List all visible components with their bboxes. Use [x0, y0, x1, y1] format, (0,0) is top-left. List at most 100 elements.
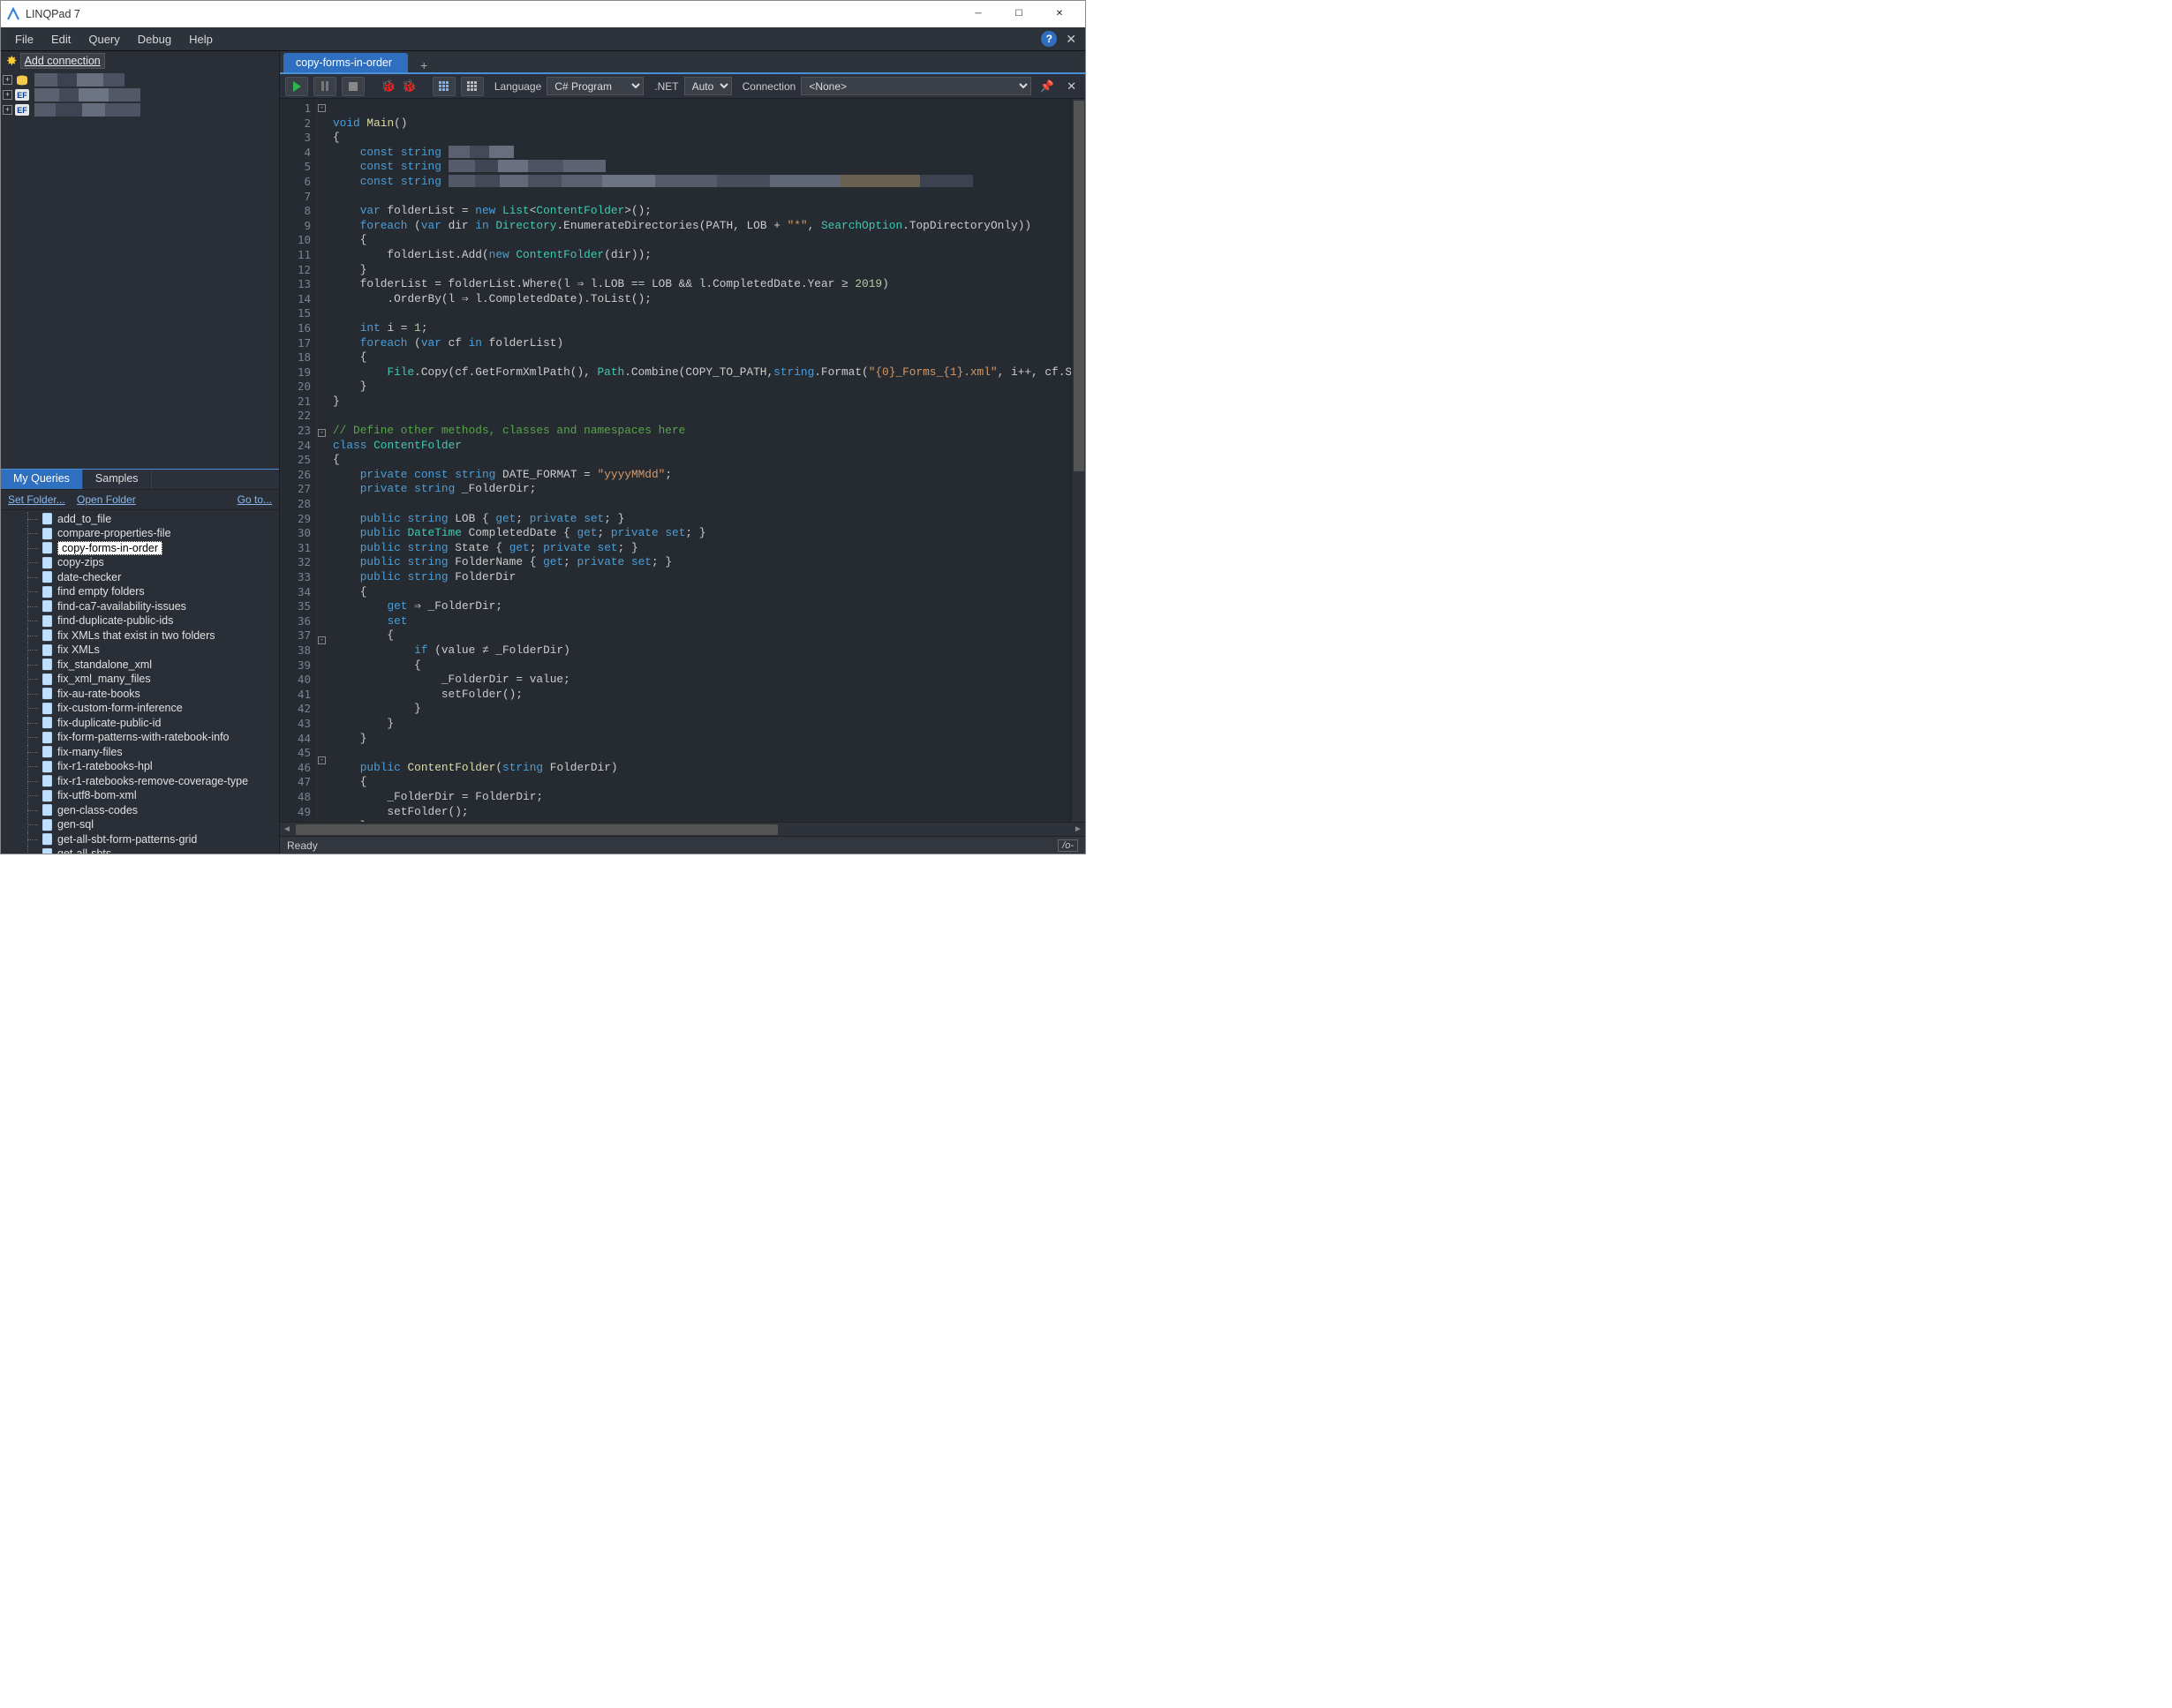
- menubar: File Edit Query Debug Help ? ✕: [1, 27, 1085, 50]
- file-icon: [41, 615, 53, 627]
- stop-button[interactable]: [342, 77, 365, 96]
- vertical-scrollbar[interactable]: [1071, 99, 1085, 822]
- query-pane-tabs: My Queries Samples: [1, 469, 279, 490]
- pin-icon[interactable]: 📌: [1037, 79, 1058, 94]
- file-icon: [41, 571, 53, 583]
- results-text-button[interactable]: [461, 77, 484, 96]
- net-label: .NET: [654, 80, 678, 93]
- bug-blue-icon[interactable]: 🐞: [401, 79, 416, 94]
- file-icon: [41, 688, 53, 699]
- file-icon: [41, 600, 53, 612]
- file-tree-item[interactable]: get-all-sbts: [1, 846, 279, 854]
- minimize-button[interactable]: ─: [958, 2, 999, 26]
- file-icon: [41, 644, 53, 656]
- new-tab-button[interactable]: +: [411, 58, 436, 72]
- file-tree-item[interactable]: copy-zips: [1, 555, 279, 570]
- file-tree-item[interactable]: fix XMLs that exist in two folders: [1, 628, 279, 643]
- file-name-label: fix-many-files: [57, 746, 123, 758]
- file-tree-item[interactable]: fix-r1-ratebooks-remove-coverage-type: [1, 774, 279, 789]
- file-name-label: get-all-sbt-form-patterns-grid: [57, 833, 197, 846]
- results-grid-button[interactable]: [433, 77, 456, 96]
- connection-select[interactable]: <None>: [801, 77, 1031, 95]
- ef-icon: EF: [15, 105, 29, 115]
- fold-icon[interactable]: -: [318, 756, 326, 764]
- fold-icon[interactable]: -: [318, 104, 326, 112]
- scroll-left-icon[interactable]: ◄: [280, 824, 294, 834]
- code-area[interactable]: void Main() { const string const string …: [329, 99, 1071, 822]
- file-name-label: gen-sql: [57, 818, 94, 831]
- star-icon: ✸: [6, 53, 18, 69]
- menu-help[interactable]: Help: [180, 30, 222, 49]
- language-select[interactable]: C# Program: [547, 77, 644, 95]
- file-name-label: fix-utf8-bom-xml: [57, 789, 137, 801]
- close-button[interactable]: ✕: [1039, 2, 1080, 26]
- file-tree-item[interactable]: fix-duplicate-public-id: [1, 716, 279, 731]
- file-tree-item[interactable]: fix-r1-ratebooks-hpl: [1, 759, 279, 774]
- query-actions: Set Folder... Open Folder Go to...: [1, 490, 279, 510]
- open-folder-link[interactable]: Open Folder: [77, 493, 136, 506]
- connection-row[interactable]: + EF: [3, 102, 279, 117]
- scroll-right-icon[interactable]: ►: [1071, 824, 1085, 834]
- file-tree-item[interactable]: add_to_file: [1, 512, 279, 527]
- file-tree-item[interactable]: fix-custom-form-inference: [1, 701, 279, 716]
- fold-icon[interactable]: -: [318, 429, 326, 437]
- file-tree-item[interactable]: get-all-sbt-form-patterns-grid: [1, 832, 279, 847]
- file-tree-item[interactable]: find-ca7-availability-issues: [1, 599, 279, 614]
- add-connection-label: Add connection: [20, 53, 105, 69]
- file-tree-item[interactable]: copy-forms-in-order: [1, 541, 279, 556]
- file-tree-item[interactable]: fix XMLs: [1, 643, 279, 658]
- file-tree-item[interactable]: fix-utf8-bom-xml: [1, 788, 279, 803]
- expand-icon[interactable]: +: [3, 105, 12, 115]
- run-button[interactable]: [285, 77, 308, 96]
- file-icon: [41, 528, 53, 539]
- panel-close-icon[interactable]: ✕: [1062, 32, 1080, 47]
- tab-samples[interactable]: Samples: [83, 470, 152, 489]
- expand-icon[interactable]: +: [3, 75, 12, 85]
- file-tree-item[interactable]: date-checker: [1, 570, 279, 585]
- file-tree-item[interactable]: fix_standalone_xml: [1, 658, 279, 673]
- file-tree-item[interactable]: find empty folders: [1, 584, 279, 599]
- file-tree-item[interactable]: fix-au-rate-books: [1, 687, 279, 702]
- file-tree[interactable]: add_to_filecompare-properties-filecopy-f…: [1, 510, 279, 854]
- net-select[interactable]: Auto: [684, 77, 732, 95]
- file-name-label: get-all-sbts: [57, 847, 111, 854]
- goto-link[interactable]: Go to...: [238, 493, 272, 506]
- add-connection-link[interactable]: ✸ Add connection: [1, 51, 279, 71]
- fold-icon[interactable]: -: [318, 636, 326, 644]
- file-icon: [41, 732, 53, 743]
- file-tree-item[interactable]: fix_xml_many_files: [1, 672, 279, 687]
- file-tree-item[interactable]: find-duplicate-public-ids: [1, 613, 279, 628]
- file-tree-item[interactable]: compare-properties-file: [1, 526, 279, 541]
- file-name-label: fix-form-patterns-with-ratebook-info: [57, 731, 230, 743]
- set-folder-link[interactable]: Set Folder...: [8, 493, 65, 506]
- maximize-button[interactable]: ☐: [999, 2, 1039, 26]
- status-right[interactable]: /o-: [1058, 839, 1078, 852]
- app-title: LINQPad 7: [26, 8, 958, 20]
- file-tree-item[interactable]: fix-many-files: [1, 745, 279, 760]
- redacted-connection-name: [34, 103, 140, 117]
- scrollbar-thumb[interactable]: [1074, 101, 1084, 471]
- file-tree-item[interactable]: gen-class-codes: [1, 803, 279, 818]
- file-name-label: add_to_file: [57, 513, 111, 525]
- bug-icon[interactable]: 🐞: [381, 79, 396, 94]
- hscroll-thumb[interactable]: [296, 824, 778, 835]
- file-tree-item[interactable]: gen-sql: [1, 817, 279, 832]
- connection-row[interactable]: + EF: [3, 87, 279, 102]
- menu-query[interactable]: Query: [79, 30, 128, 49]
- pause-button[interactable]: [313, 77, 336, 96]
- file-name-label: fix_xml_many_files: [57, 673, 151, 685]
- menu-debug[interactable]: Debug: [129, 30, 180, 49]
- menu-edit[interactable]: Edit: [42, 30, 79, 49]
- connection-row[interactable]: +: [3, 72, 279, 87]
- doc-tab-active[interactable]: copy-forms-in-order: [283, 53, 408, 72]
- tab-my-queries[interactable]: My Queries: [1, 470, 83, 489]
- file-tree-item[interactable]: fix-form-patterns-with-ratebook-info: [1, 730, 279, 745]
- document-tabs: copy-forms-in-order +: [280, 51, 1085, 74]
- menu-file[interactable]: File: [6, 30, 42, 49]
- file-name-label: fix-r1-ratebooks-remove-coverage-type: [57, 775, 248, 787]
- close-query-icon[interactable]: ✕: [1063, 79, 1080, 94]
- expand-icon[interactable]: +: [3, 90, 12, 100]
- help-icon[interactable]: ?: [1041, 31, 1057, 47]
- editor[interactable]: 1234567891011121314151617181920212223242…: [280, 99, 1085, 822]
- horizontal-scrollbar[interactable]: ◄ ►: [280, 822, 1085, 836]
